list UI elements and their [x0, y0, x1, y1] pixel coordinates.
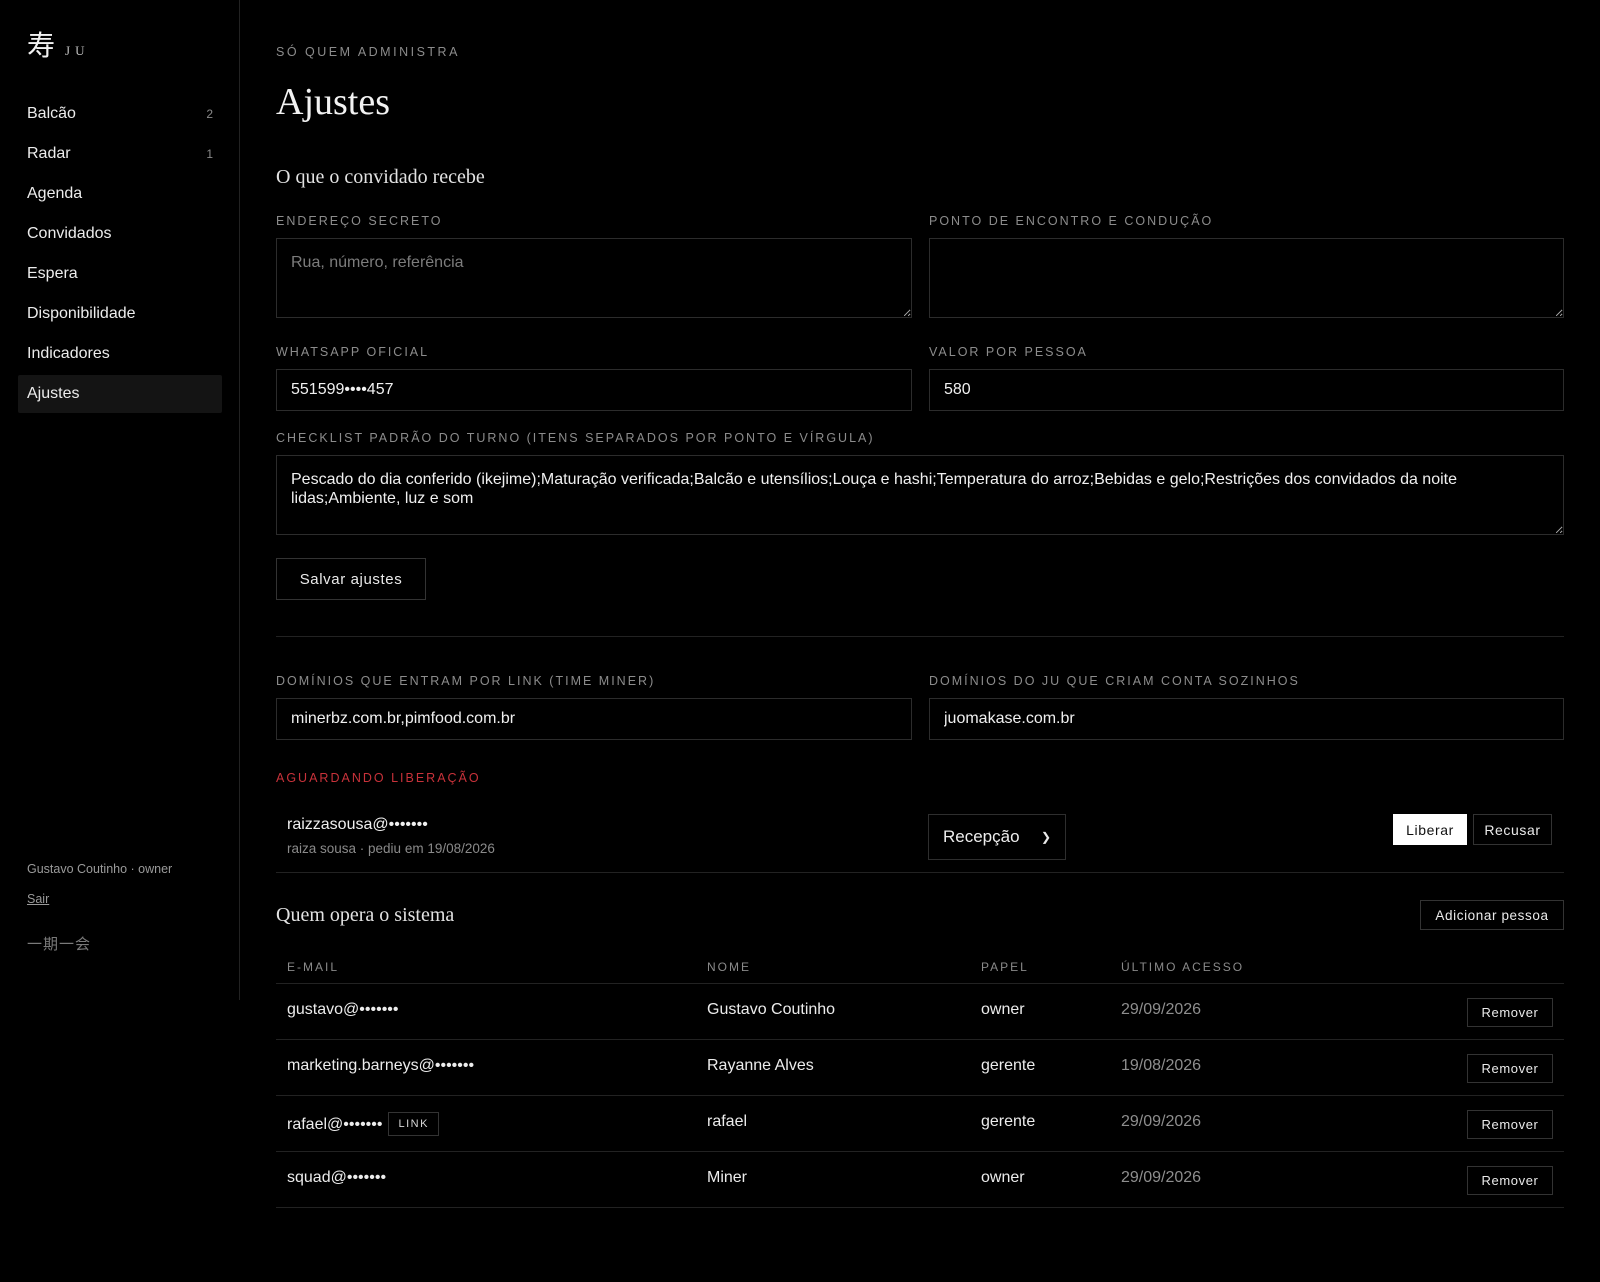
pending-meta: raiza sousa · pediu em 19/08/2026	[287, 841, 495, 856]
operators-section-title: Quem opera o sistema	[276, 904, 455, 926]
link-tag: LINK	[388, 1112, 439, 1136]
secret-address-label: ENDEREÇO SECRETO	[276, 214, 443, 228]
table-row: rafael@••••••• LINK rafael gerente 29/09…	[276, 1096, 1564, 1152]
table-row: gustavo@••••••• Gustavo Coutinho owner 2…	[276, 984, 1564, 1040]
pending-role-select[interactable]: Recepção ❯	[928, 814, 1066, 860]
pending-email: raizzasousa@•••••••	[287, 816, 428, 833]
meeting-point-field[interactable]	[929, 238, 1564, 318]
row-last-access: 29/09/2026	[1121, 1169, 1202, 1186]
operators-table: E-MAIL NOME PAPEL ÚLTIMO ACESSO gustavo@…	[276, 950, 1564, 1208]
remove-button[interactable]: Remover	[1467, 1166, 1553, 1195]
sidebar-item-count: 1	[206, 147, 213, 161]
sidebar-item-count: 2	[206, 107, 213, 121]
checklist-label: CHECKLIST PADRÃO DO TURNO (ITENS SEPARAD…	[276, 431, 875, 445]
sidebar-item-label: Convidados	[27, 225, 112, 242]
guest-section-title: O que o convidado recebe	[276, 166, 485, 188]
remove-button[interactable]: Remover	[1467, 998, 1553, 1027]
sidebar-item-balcao[interactable]: Balcão 2	[18, 95, 222, 133]
sidebar: 寿 JU Balcão 2 Radar 1 Agenda Convidados …	[0, 0, 240, 1000]
secret-address-field[interactable]	[276, 238, 912, 318]
row-name: Rayanne Alves	[707, 1057, 814, 1074]
row-name: Gustavo Coutinho	[707, 1001, 836, 1018]
row-email: rafael@••••••• LINK	[287, 1112, 439, 1137]
price-label: VALOR POR PESSOA	[929, 345, 1088, 359]
add-person-button[interactable]: Adicionar pessoa	[1420, 900, 1564, 930]
checklist-field[interactable]: Pescado do dia conferido (ikejime);Matur…	[276, 455, 1564, 535]
column-header-name: NOME	[707, 960, 751, 974]
row-email-text: gustavo@•••••••	[287, 1001, 399, 1018]
row-last-access: 19/08/2026	[1121, 1057, 1202, 1074]
link-domains-field[interactable]	[276, 698, 912, 740]
sidebar-item-ajustes[interactable]: Ajustes	[18, 375, 222, 413]
row-email-text: squad@•••••••	[287, 1169, 387, 1186]
sidebar-item-convidados[interactable]: Convidados	[18, 215, 222, 253]
sidebar-item-label: Ajustes	[27, 385, 80, 402]
link-domains-label: DOMÍNIOS QUE ENTRAM POR LINK (TIME MINER…	[276, 674, 656, 688]
page-title: Ajustes	[276, 81, 390, 123]
row-email-text: marketing.barneys@•••••••	[287, 1057, 475, 1074]
row-email: squad@•••••••	[287, 1169, 386, 1187]
sidebar-motto: 一期一会	[27, 935, 92, 953]
whatsapp-label: WHATSAPP OFICIAL	[276, 345, 430, 359]
sidebar-item-radar[interactable]: Radar 1	[18, 135, 222, 173]
brand-name: JU	[65, 43, 90, 58]
sidebar-item-label: Espera	[27, 265, 78, 282]
ju-domains-field[interactable]	[929, 698, 1564, 740]
sidebar-nav: Balcão 2 Radar 1 Agenda Convidados Esper…	[18, 95, 222, 415]
sidebar-item-indicadores[interactable]: Indicadores	[18, 335, 222, 373]
column-header-last-access: ÚLTIMO ACESSO	[1121, 960, 1245, 974]
row-last-access: 29/09/2026	[1121, 1113, 1202, 1130]
row-email: gustavo@•••••••	[287, 1001, 399, 1019]
remove-button[interactable]: Remover	[1467, 1054, 1553, 1083]
brand-kanji: 寿	[27, 29, 56, 62]
sidebar-item-label: Indicadores	[27, 345, 110, 362]
column-header-email: E-MAIL	[287, 960, 340, 974]
row-email-text: rafael@•••••••	[287, 1116, 383, 1133]
section-divider	[276, 636, 1564, 637]
pending-approval-label: AGUARDANDO LIBERAÇÃO	[276, 771, 481, 785]
sidebar-item-agenda[interactable]: Agenda	[18, 175, 222, 213]
row-email: marketing.barneys@•••••••	[287, 1057, 474, 1075]
sidebar-item-label: Radar	[27, 145, 71, 162]
pending-request-row: raizzasousa@••••••• raiza sousa · pediu …	[276, 800, 1564, 873]
page-eyebrow: SÓ QUEM ADMINISTRA	[276, 45, 460, 59]
pending-role-value: Recepção	[943, 827, 1020, 846]
sidebar-item-label: Balcão	[27, 105, 76, 122]
column-header-role: PAPEL	[981, 960, 1029, 974]
table-header: E-MAIL NOME PAPEL ÚLTIMO ACESSO	[276, 950, 1564, 984]
whatsapp-field[interactable]	[276, 369, 912, 411]
table-row: squad@••••••• Miner owner 29/09/2026 Rem…	[276, 1152, 1564, 1208]
sidebar-item-disponibilidade[interactable]: Disponibilidade	[18, 295, 222, 333]
current-user: Gustavo Coutinho · owner	[27, 862, 173, 876]
row-role: gerente	[981, 1113, 1036, 1130]
save-settings-button[interactable]: Salvar ajustes	[276, 558, 426, 600]
sidebar-item-espera[interactable]: Espera	[18, 255, 222, 293]
sidebar-item-label: Agenda	[27, 185, 83, 202]
row-role: gerente	[981, 1057, 1036, 1074]
approve-button[interactable]: Liberar	[1393, 814, 1467, 845]
app-root: 寿 JU Balcão 2 Radar 1 Agenda Convidados …	[0, 0, 1600, 1282]
chevron-down-icon: ❯	[1040, 830, 1051, 844]
sidebar-item-label: Disponibilidade	[27, 305, 136, 322]
row-role: owner	[981, 1001, 1025, 1018]
row-name: Miner	[707, 1169, 748, 1186]
reject-button[interactable]: Recusar	[1473, 814, 1552, 845]
row-role: owner	[981, 1169, 1025, 1186]
ju-domains-label: DOMÍNIOS DO JU QUE CRIAM CONTA SOZINHOS	[929, 674, 1300, 688]
remove-button[interactable]: Remover	[1467, 1110, 1553, 1139]
meeting-point-label: PONTO DE ENCONTRO E CONDUÇÃO	[929, 214, 1214, 228]
brand-logo[interactable]: 寿 JU	[27, 24, 89, 64]
row-last-access: 29/09/2026	[1121, 1001, 1202, 1018]
price-field[interactable]	[929, 369, 1564, 411]
row-name: rafael	[707, 1113, 748, 1130]
logout-link[interactable]: Sair	[27, 892, 49, 906]
table-row: marketing.barneys@••••••• Rayanne Alves …	[276, 1040, 1564, 1096]
